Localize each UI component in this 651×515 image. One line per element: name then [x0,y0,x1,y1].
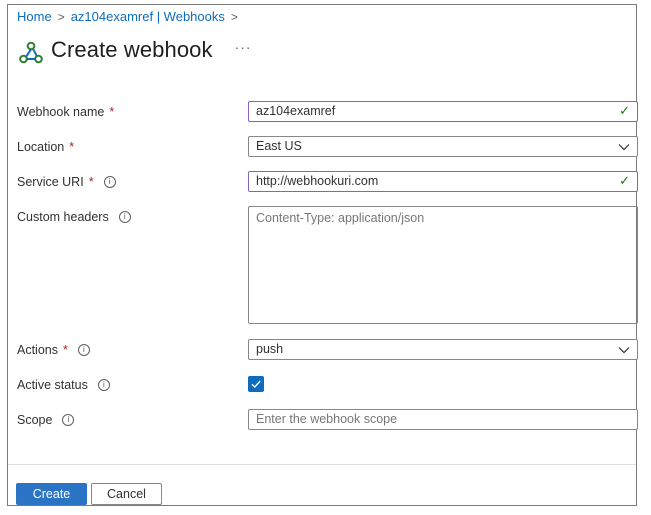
required-marker: * [88,175,94,189]
page-title: Create webhook [51,37,213,62]
actions-label-text: Actions [17,343,58,357]
location-row: Location * East US [17,136,638,160]
service-uri-label: Service URI * i [17,175,116,189]
create-webhook-panel: Home > az104examref | Webhooks > Create … [7,4,638,506]
webhook-icon [19,41,43,64]
required-marker: * [69,140,75,154]
required-marker: * [63,343,68,357]
active-status-label: Active status i [17,378,110,392]
info-icon[interactable]: i [97,379,110,391]
location-value: East US [256,139,302,153]
active-status-checkbox[interactable] [248,376,264,392]
service-uri-row: Service URI * i http://webhookuri.com ✓ [17,171,638,195]
webhook-name-row: Webhook name * az104examref ✓ [17,101,638,125]
actions-dropdown[interactable]: push [248,339,638,360]
custom-headers-placeholder: Content-Type: application/json [256,211,425,225]
required-marker: * [109,105,115,119]
info-icon[interactable]: i [62,414,75,426]
actions-row: Actions * i push [17,339,638,363]
checkmark-icon [251,380,261,389]
breadcrumb-separator: > [57,9,65,24]
info-icon[interactable]: i [118,211,131,223]
cancel-button[interactable]: Cancel [91,483,162,505]
custom-headers-row: Custom headers i Content-Type: applicati… [17,206,638,326]
service-uri-value: http://webhookuri.com [256,174,379,188]
service-uri-label-text: Service URI [17,175,84,189]
scope-input[interactable]: Enter the webhook scope [248,409,638,430]
breadcrumb-separator: > [230,9,238,24]
location-label-text: Location [17,140,65,154]
active-status-label-text: Active status [17,378,88,392]
info-icon[interactable]: i [103,176,116,188]
chevron-down-icon [618,143,630,150]
breadcrumb: Home > az104examref | Webhooks > [17,9,238,24]
webhook-name-input[interactable]: az104examref ✓ [248,101,638,122]
actions-label: Actions * i [17,343,90,357]
info-icon[interactable]: i [77,344,90,356]
checkmark-icon: ✓ [619,174,630,189]
location-dropdown[interactable]: East US [248,136,638,157]
scope-label: Scope i [17,413,75,427]
breadcrumb-webhooks[interactable]: az104examref | Webhooks [71,9,225,24]
page-header: Create webhook ··· [17,33,252,67]
create-button[interactable]: Create [16,483,87,505]
active-status-row: Active status i [17,374,629,398]
scope-placeholder: Enter the webhook scope [256,412,398,426]
breadcrumb-home[interactable]: Home [17,9,52,24]
scope-label-text: Scope [17,413,53,427]
webhook-name-value: az104examref [256,104,336,118]
custom-headers-label: Custom headers i [17,210,131,224]
chevron-down-icon [618,346,630,353]
scope-row: Scope i Enter the webhook scope [17,409,638,433]
custom-headers-textarea[interactable]: Content-Type: application/json [248,206,638,324]
service-uri-input[interactable]: http://webhookuri.com ✓ [248,171,638,192]
webhook-name-label: Webhook name * [17,105,114,119]
actions-value: push [256,342,284,356]
more-options-button[interactable]: ··· [235,39,252,55]
location-label: Location * [17,140,74,154]
footer-divider [8,464,636,465]
webhook-name-label-text: Webhook name [17,105,105,119]
checkmark-icon: ✓ [619,104,630,119]
custom-headers-label-text: Custom headers [17,210,109,224]
